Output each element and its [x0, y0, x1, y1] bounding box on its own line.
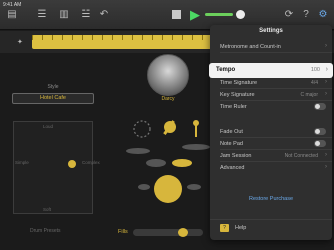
style-label: Style	[47, 84, 59, 90]
tom-drum	[172, 159, 192, 167]
chevron-right-icon: ›	[325, 91, 327, 97]
ride-cymbal	[182, 144, 210, 150]
fills-slider-thumb[interactable]	[178, 228, 188, 237]
row-label: Key Signature	[220, 92, 255, 98]
tempo-label: Tempo	[216, 67, 236, 73]
row-value: 4/4	[311, 80, 318, 86]
xy-pad-puck[interactable]	[68, 160, 76, 168]
volume-knob[interactable]	[236, 10, 245, 19]
tracks-icon[interactable]: ☰	[36, 9, 48, 21]
note-pad-toggle[interactable]	[314, 140, 326, 147]
fade-out-toggle[interactable]	[314, 128, 326, 135]
row-label: Time Signature	[220, 80, 258, 86]
time-ruler-toggle[interactable]	[314, 103, 326, 110]
play-button[interactable]: ▶	[186, 6, 204, 24]
row-value: Not Connected	[284, 153, 318, 159]
fills-slider[interactable]	[133, 229, 203, 236]
chevron-right-icon: ›	[325, 79, 327, 85]
drummer-name: Darcy	[161, 96, 175, 102]
pad-top-label: Loud	[43, 124, 54, 129]
settings-row-time-signature[interactable]: Time Signature 4/4 ›	[210, 77, 332, 89]
row-label: Metronome and Count-in	[220, 44, 281, 50]
settings-row-jam-session[interactable]: Jam Session Not Connected ›	[210, 150, 332, 162]
drummer-avatar[interactable]	[147, 54, 189, 96]
drum-kit[interactable]	[124, 117, 212, 207]
settings-row-time-ruler[interactable]: Time Ruler	[210, 101, 332, 113]
kick-drum	[154, 175, 182, 203]
xy-pad[interactable]	[13, 121, 93, 214]
menu-icon[interactable]: ▤	[6, 9, 18, 21]
chevron-right-icon: ›	[325, 164, 327, 170]
drum-presets-label: Drum Presets	[30, 228, 61, 234]
fills-label: Fills	[118, 229, 128, 235]
row-label: Time Ruler	[220, 104, 247, 110]
book-icon: ?	[220, 224, 229, 232]
settings-row-fade-out[interactable]: Fade Out	[210, 126, 332, 138]
row-label: Fade Out	[220, 129, 243, 135]
loop-icon[interactable]: ⟳	[283, 9, 295, 21]
settings-icon[interactable]: ⚙	[317, 9, 329, 21]
pad-right-label: Complex	[82, 160, 100, 165]
row-value: C major	[300, 92, 318, 98]
style-selector[interactable]: Hotel Cafe	[12, 93, 94, 104]
chevron-right-icon: ›	[325, 43, 327, 49]
volume-slider[interactable]	[205, 13, 233, 16]
row-label: Jam Session	[220, 153, 252, 159]
pad-left-label: Simple	[15, 160, 29, 165]
stop-button[interactable]	[172, 10, 181, 19]
settings-title: Settings	[259, 28, 283, 34]
help-icon[interactable]: ?	[300, 9, 312, 21]
percussion-icon	[133, 120, 151, 138]
undo-icon[interactable]: ↶	[98, 9, 110, 21]
tempo-value: 100	[310, 67, 320, 73]
drummer-region[interactable]	[32, 35, 222, 49]
settings-row-advanced[interactable]: Advanced ›	[210, 162, 332, 174]
settings-popover: Settings Metronome and Count-in › Time S…	[210, 25, 332, 240]
help-row[interactable]: ? Help	[210, 219, 332, 235]
chevron-right-icon: ›	[325, 152, 327, 158]
settings-row-note-pad[interactable]: Note Pad	[210, 138, 332, 150]
snare-drum	[146, 159, 166, 167]
help-label: Help	[235, 225, 247, 231]
row-label: Advanced	[220, 165, 245, 171]
hihat-cymbal	[126, 148, 150, 154]
settings-row-key-signature[interactable]: Key Signature C major ›	[210, 89, 332, 101]
mixer-icon[interactable]: ▥	[58, 9, 70, 21]
pad-bottom-label: Soft	[43, 207, 52, 212]
restore-purchase-button[interactable]: Restore Purchase	[210, 196, 332, 202]
fx-icon[interactable]: ☱	[80, 9, 92, 21]
status-time: 9:41 AM	[3, 2, 22, 8]
chevron-right-icon: ›	[325, 66, 328, 73]
row-label: Note Pad	[220, 141, 243, 147]
settings-row-tempo[interactable]: Tempo 100 ›	[209, 63, 333, 78]
settings-row-metronome[interactable]: Metronome and Count-in ›	[210, 41, 332, 53]
track-settings-icon[interactable]: ✦	[17, 38, 25, 46]
